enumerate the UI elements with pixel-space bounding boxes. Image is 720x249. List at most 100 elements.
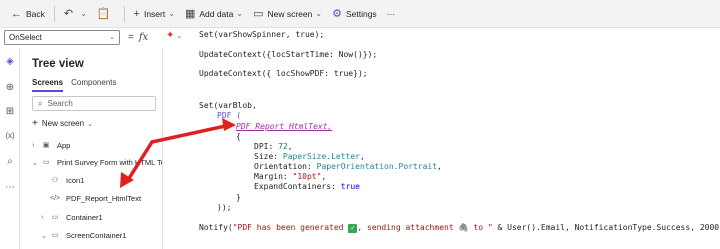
database-icon: ▦ <box>184 8 196 20</box>
code-enum: PaperOrientation.Portrait <box>316 162 438 171</box>
copilot-icon[interactable]: ✦ ⌄ <box>166 30 182 41</box>
code-line: } <box>236 193 241 202</box>
add-data-button[interactable]: ▦ Add data ⌄ <box>180 3 248 25</box>
property-value: OnSelect <box>9 32 42 42</box>
code-line: Size: PaperSize.Letter, <box>254 152 365 161</box>
search-icon[interactable]: ⌕ <box>4 156 16 168</box>
data-icon[interactable]: ⊞ <box>4 106 16 118</box>
panel-title: Tree view <box>32 58 84 70</box>
more-icon[interactable]: ⋯ <box>4 182 16 194</box>
tree-node-screencontainer1[interactable]: ⌄ ▭ ScreenContainer1 <box>41 231 126 240</box>
insert-icon[interactable]: ⊕ <box>4 82 16 94</box>
settings-label: Settings <box>345 8 377 19</box>
gear-icon: ⚙ <box>332 8 342 20</box>
code-line: Notify("PDF has been generated ✓, sendin… <box>199 223 720 233</box>
new-screen-button[interactable]: ▭ New screen ⌄ <box>248 3 327 25</box>
comma: , <box>437 162 442 171</box>
code-line: PDF_Report_HtmlText, <box>236 122 332 131</box>
comma: , <box>321 172 327 181</box>
back-button[interactable]: ← Back <box>6 3 50 25</box>
chevron-down-icon: ⌄ <box>236 9 244 18</box>
code-line: )); <box>217 203 231 212</box>
undo-button[interactable]: ↶ ⌄ <box>59 3 92 25</box>
code-line: UpdateContext({locStartTime: Now()}); <box>199 50 377 59</box>
insert-button[interactable]: + Insert ⌄ <box>129 3 180 25</box>
chevron-down-icon: ⌄ <box>32 159 38 167</box>
new-screen-label: New screen <box>41 119 85 128</box>
formula-editor[interactable] <box>163 28 720 249</box>
back-arrow-icon: ← <box>11 7 22 20</box>
code-line: DPI: 72, <box>254 142 293 151</box>
code-text: UpdateContext({ locShowPDF: true}); <box>199 69 368 78</box>
control-reference: PDF_Report_HtmlText, <box>236 122 333 131</box>
code-line: Margin: "10pt", <box>254 172 326 181</box>
chevron-down-icon: ⌄ <box>80 9 87 18</box>
check-emoji-icon: ✓ <box>348 224 358 233</box>
chevron-down-icon: ⌄ <box>315 9 323 18</box>
code-key: Margin: <box>254 172 293 181</box>
divider <box>53 5 55 22</box>
html-code-icon: </> <box>50 194 61 202</box>
new-screen-button[interactable]: + New screen ⌄ <box>32 118 93 129</box>
tab-components[interactable]: Components <box>71 78 116 92</box>
paperclip-emoji-icon: 🖇 <box>458 223 469 232</box>
settings-button[interactable]: ⚙ Settings <box>327 3 382 25</box>
code-text: Set(varShowSpinner, true); <box>199 30 325 39</box>
search-input[interactable]: ⌕ Search <box>32 96 156 111</box>
chevron-down-icon: ⌄ <box>87 120 93 128</box>
paste-button[interactable]: 📋 <box>92 3 120 25</box>
add-data-label: Add data <box>199 8 234 19</box>
code-bool: true <box>340 182 360 191</box>
code-key: Size: <box>254 152 283 161</box>
left-rail: ◈ ⊕ ⊞ (x) ⌕ ⋯ <box>0 48 20 249</box>
fx-icon[interactable]: fx <box>139 32 148 43</box>
comma: , <box>359 152 365 161</box>
tree-node-screen[interactable]: ⌄ ▭ Print Survey Form with HTML Text C <box>32 158 162 167</box>
new-screen-label: New screen <box>267 8 313 19</box>
property-dropdown[interactable]: OnSelect ⌄ <box>4 29 120 45</box>
node-label: Print Survey Form with HTML Text C <box>57 158 162 167</box>
app-icon: ▣ <box>42 141 50 149</box>
code-enum: PaperSize.Letter <box>282 152 360 161</box>
layers-icon[interactable]: ◈ <box>4 56 16 68</box>
variables-icon[interactable]: (x) <box>4 130 16 142</box>
search-placeholder: Search <box>47 99 73 108</box>
tree-view-panel: Tree view Screens Components ⌕ Search + … <box>21 48 163 249</box>
undo-icon: ↶ <box>63 8 74 20</box>
code-key: Orientation: <box>254 162 317 171</box>
chevron-down-icon: ⌄ <box>41 232 47 240</box>
screen-icon: ▭ <box>253 8 264 20</box>
more-button[interactable]: ··· <box>382 3 401 25</box>
clipboard-icon: 📋 <box>96 8 111 20</box>
divider <box>123 5 125 22</box>
code-line: PDF ( <box>217 111 241 120</box>
code-number: 72 <box>278 142 288 151</box>
code-string: , sending attachment <box>357 223 459 232</box>
code-line: { <box>236 132 241 141</box>
tree-node-icon1[interactable]: ⚇ Icon1 <box>41 176 85 185</box>
chevron-down-icon: ⌄ <box>168 9 175 18</box>
tree-node-container1[interactable]: › ▭ Container1 <box>41 213 103 222</box>
tree-node-app[interactable]: › ▣ App <box>32 141 70 150</box>
tab-screens[interactable]: Screens <box>32 78 64 92</box>
code-text: } <box>236 193 241 202</box>
code-text: )); <box>217 203 232 212</box>
code-line: Orientation: PaperOrientation.Portrait, <box>254 162 442 171</box>
back-label: Back <box>26 8 45 19</box>
comma: , <box>287 142 293 151</box>
plus-icon: + <box>32 118 38 129</box>
chevron-down-icon: ⌄ <box>109 34 115 41</box>
node-label: App <box>57 141 71 150</box>
code-line: UpdateContext({ locShowPDF: true}); <box>199 69 368 78</box>
chevron-right-icon: › <box>41 214 44 221</box>
command-bar: ← Back ↶ ⌄ 📋 + Insert ⌄ ▦ Add data ⌄ ▭ N… <box>0 0 720 28</box>
chevron-right-icon: › <box>32 142 35 149</box>
code-line: Set(varShowSpinner, true); <box>199 30 324 39</box>
node-label: Container1 <box>66 213 103 222</box>
code-line: ExpandContainers: true <box>254 182 360 191</box>
tree-node-html-text[interactable]: </> PDF_Report_HtmlText <box>41 194 141 203</box>
icon-control-icon: ⚇ <box>51 176 59 184</box>
code-text: UpdateContext({locStartTime: Now()}); <box>199 50 378 59</box>
screen-icon: ▭ <box>42 158 50 166</box>
code-key: ExpandContainers: <box>254 182 341 191</box>
